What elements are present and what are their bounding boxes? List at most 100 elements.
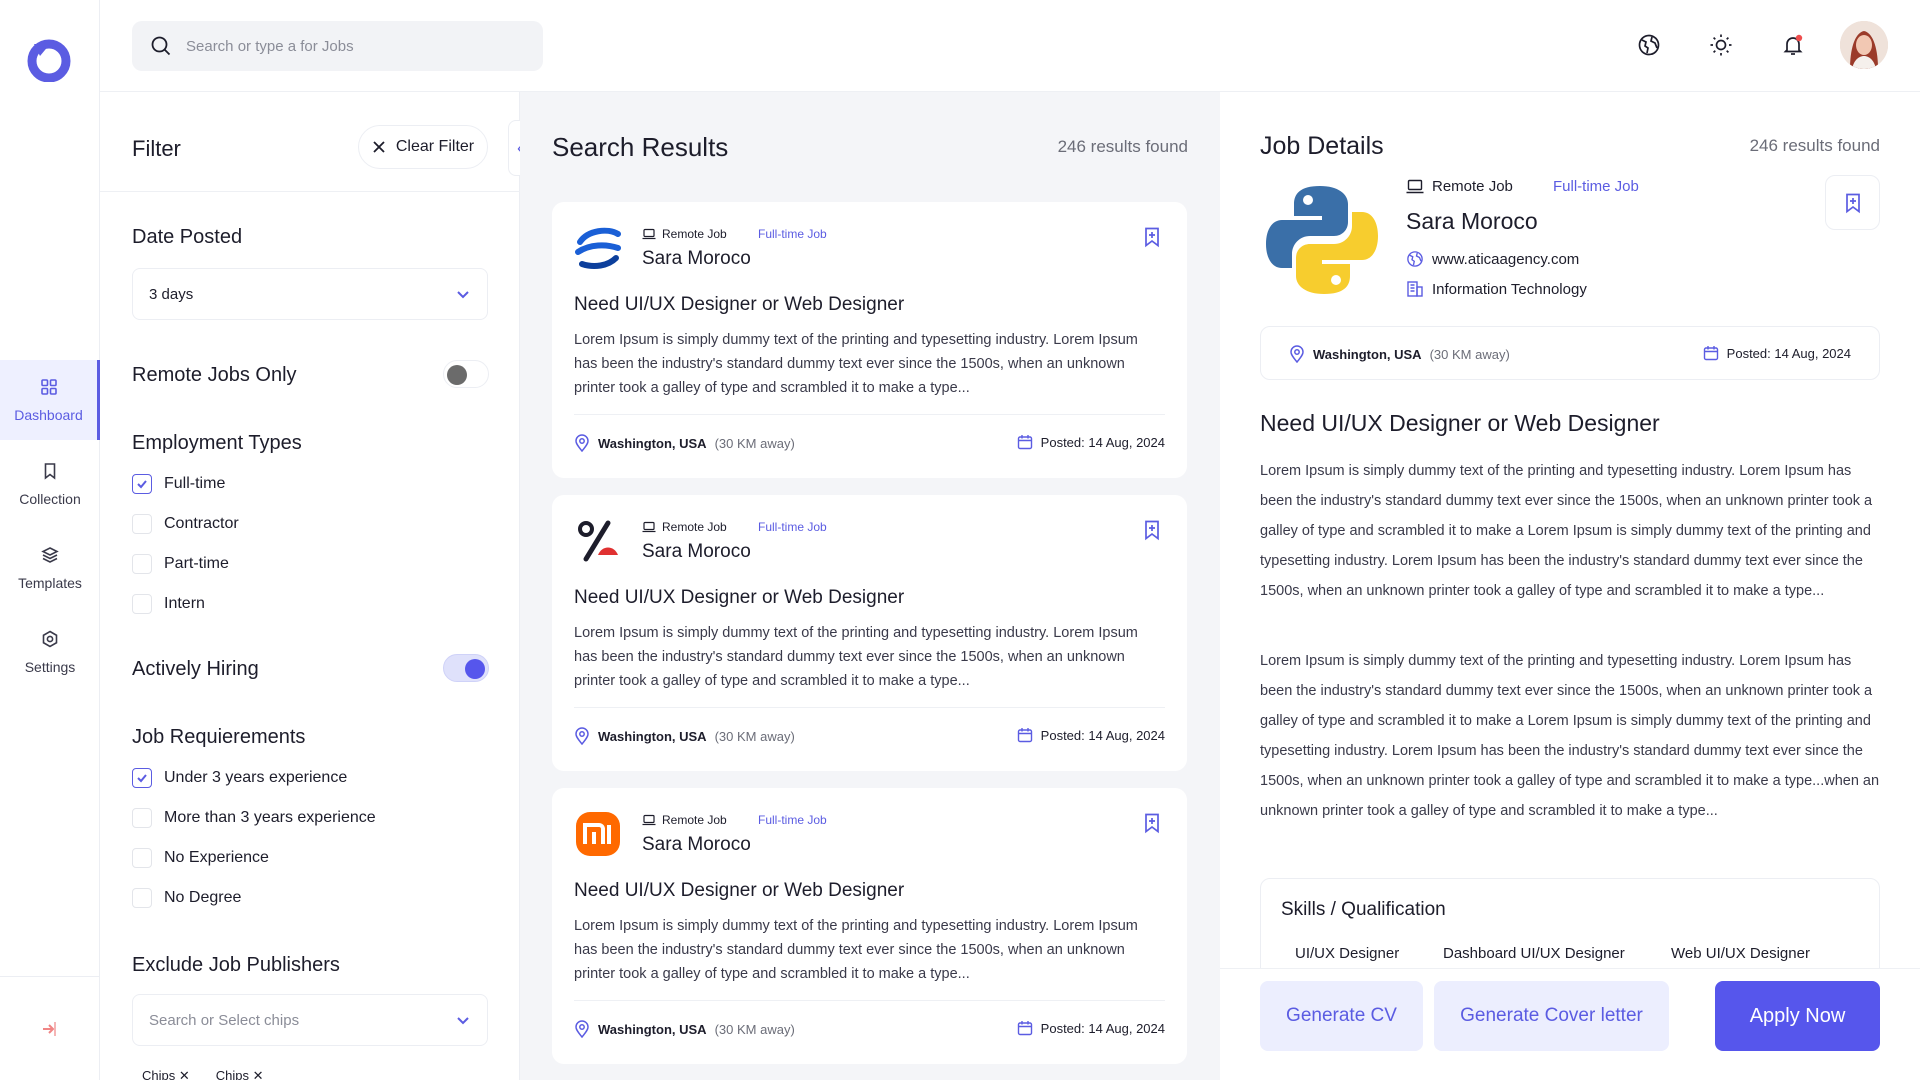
job-location: Washington, USA (30 KM away) bbox=[1289, 345, 1510, 363]
remote-tag: Remote Job bbox=[642, 227, 727, 241]
layers-icon bbox=[41, 547, 59, 563]
generate-cover-letter-button[interactable]: Generate Cover letter bbox=[1434, 981, 1669, 1051]
checkbox-checked[interactable] bbox=[132, 474, 152, 494]
location-pin-icon bbox=[575, 727, 589, 745]
company-industry: Information Technology bbox=[1406, 280, 1587, 298]
option-label: Full-time bbox=[164, 475, 226, 492]
exclude-publishers-select[interactable]: Search or Select chips bbox=[132, 994, 488, 1046]
globe-button[interactable] bbox=[1634, 30, 1664, 60]
search-results-panel: Search Results 246 results found Remote … bbox=[520, 92, 1220, 1080]
date-posted-select[interactable]: 3 days bbox=[132, 268, 488, 320]
option-label: Part-time bbox=[164, 555, 229, 572]
toggle-knob bbox=[465, 659, 485, 679]
bookmark-add-icon[interactable] bbox=[1141, 226, 1163, 248]
sidebar-item-label: Collection bbox=[19, 491, 81, 507]
website-text: www.aticaagency.com bbox=[1432, 250, 1580, 268]
job-type-tag: Full-time Job bbox=[1553, 178, 1639, 195]
divider bbox=[574, 414, 1165, 415]
python-logo bbox=[1266, 186, 1378, 294]
distance-text: (30 KM away) bbox=[714, 435, 795, 451]
checkbox[interactable] bbox=[132, 888, 152, 908]
posted-date: Posted: 14 Aug, 2024 bbox=[1017, 434, 1165, 450]
details-bookmark-button[interactable] bbox=[1825, 175, 1880, 230]
grid-icon bbox=[40, 379, 57, 395]
divider bbox=[574, 1000, 1165, 1001]
checkbox[interactable] bbox=[132, 554, 152, 574]
publisher-chip[interactable]: Chips ✕ bbox=[216, 1068, 264, 1080]
remote-label: Remote Job bbox=[662, 520, 727, 534]
checkbox-checked[interactable] bbox=[132, 768, 152, 788]
theme-toggle-button[interactable] bbox=[1706, 30, 1736, 60]
remote-tag: Remote Job bbox=[642, 813, 727, 827]
option-label: No Experience bbox=[164, 849, 269, 866]
date-posted-title: Date Posted bbox=[132, 226, 243, 248]
settings-icon bbox=[42, 630, 58, 648]
toggle-knob bbox=[447, 365, 467, 385]
bell-icon bbox=[1783, 34, 1803, 55]
employment-option-intern[interactable]: Intern bbox=[132, 594, 205, 614]
search-input[interactable] bbox=[186, 37, 516, 55]
publisher-chip[interactable]: Chips ✕ bbox=[142, 1068, 190, 1080]
sidebar-item-collection[interactable]: Collection bbox=[0, 444, 100, 524]
requirement-option-more-than-3[interactable]: More than 3 years experience bbox=[132, 808, 376, 828]
location-text: Washington, USA bbox=[1313, 346, 1422, 362]
sidebar-item-templates[interactable]: Templates bbox=[0, 528, 100, 608]
job-title[interactable]: Need UI/UX Designer or Web Designer bbox=[574, 880, 904, 902]
notifications-button[interactable] bbox=[1778, 30, 1808, 60]
requirement-option-no-experience[interactable]: No Experience bbox=[132, 848, 269, 868]
employment-option-part-time[interactable]: Part-time bbox=[132, 554, 229, 574]
company-name: Sara Moroco bbox=[642, 834, 751, 855]
distance-text: (30 KM away) bbox=[714, 728, 795, 744]
job-card[interactable]: Remote Job Full-time Job Sara Moroco Nee… bbox=[552, 788, 1187, 1064]
chevron-down-icon bbox=[457, 291, 469, 299]
details-title: Job Details bbox=[1260, 132, 1384, 160]
option-label: No Degree bbox=[164, 889, 242, 906]
bookmark-add-icon[interactable] bbox=[1141, 519, 1163, 541]
company-name: Sara Moroco bbox=[642, 541, 751, 562]
logout-icon[interactable] bbox=[39, 1018, 61, 1040]
sidebar-item-dashboard[interactable]: Dashboard bbox=[0, 360, 100, 440]
posted-date: Posted: 14 Aug, 2024 bbox=[1017, 727, 1165, 743]
job-title[interactable]: Need UI/UX Designer or Web Designer bbox=[574, 587, 904, 609]
bookmark-add-icon bbox=[1845, 193, 1860, 213]
app-root: Dashboard Collection Templates Settings bbox=[0, 0, 1920, 1080]
job-title[interactable]: Need UI/UX Designer or Web Designer bbox=[574, 294, 904, 316]
filter-header: Filter Clear Filter ‹ bbox=[100, 92, 532, 192]
clear-filter-button[interactable]: Clear Filter bbox=[358, 125, 488, 169]
skill-tag: Dashboard UI/UX Designer bbox=[1443, 945, 1625, 962]
requirement-option-no-degree[interactable]: No Degree bbox=[132, 888, 241, 908]
generate-cv-button[interactable]: Generate CV bbox=[1260, 981, 1423, 1051]
actively-hiring-toggle[interactable] bbox=[443, 654, 489, 682]
bookmark-add-icon[interactable] bbox=[1141, 812, 1163, 834]
sidebar-item-settings[interactable]: Settings bbox=[0, 612, 100, 692]
job-location: Washington, USA (30 KM away) bbox=[574, 727, 795, 745]
checkbox[interactable] bbox=[132, 514, 152, 534]
sidebar-item-label: Dashboard bbox=[14, 407, 83, 423]
globe-icon bbox=[1638, 34, 1660, 56]
job-card[interactable]: Remote Job Full-time Job Sara Moroco Nee… bbox=[552, 202, 1187, 478]
apply-now-button[interactable]: Apply Now bbox=[1715, 981, 1880, 1051]
job-card[interactable]: Remote Job Full-time Job Sara Moroco Nee… bbox=[552, 495, 1187, 771]
details-count: 246 results found bbox=[1749, 136, 1880, 155]
requirement-option-under-3[interactable]: Under 3 years experience bbox=[132, 768, 347, 788]
filter-panel: Filter Clear Filter ‹ Date Posted 3 days… bbox=[100, 92, 532, 1080]
skill-tag: Web UI/UX Designer bbox=[1671, 945, 1810, 962]
remote-only-toggle[interactable] bbox=[443, 360, 489, 388]
job-type-tag: Full-time Job bbox=[758, 520, 827, 534]
app-logo[interactable] bbox=[26, 36, 72, 82]
checkbox[interactable] bbox=[132, 848, 152, 868]
employment-option-full-time[interactable]: Full-time bbox=[132, 474, 225, 494]
company-website[interactable]: www.aticaagency.com bbox=[1406, 250, 1579, 268]
checkbox[interactable] bbox=[132, 808, 152, 828]
divider bbox=[574, 707, 1165, 708]
calendar-icon bbox=[1017, 435, 1032, 450]
laptop-icon bbox=[642, 228, 656, 240]
sidebar-footer bbox=[0, 976, 100, 1080]
check-icon bbox=[137, 480, 147, 489]
employment-option-contractor[interactable]: Contractor bbox=[132, 514, 239, 534]
skills-section: Skills / Qualification UI/UX Designer Da… bbox=[1260, 878, 1880, 978]
search-bar[interactable] bbox=[132, 21, 543, 71]
checkbox[interactable] bbox=[132, 594, 152, 614]
user-avatar[interactable] bbox=[1840, 21, 1888, 69]
wave-logo bbox=[575, 227, 621, 269]
